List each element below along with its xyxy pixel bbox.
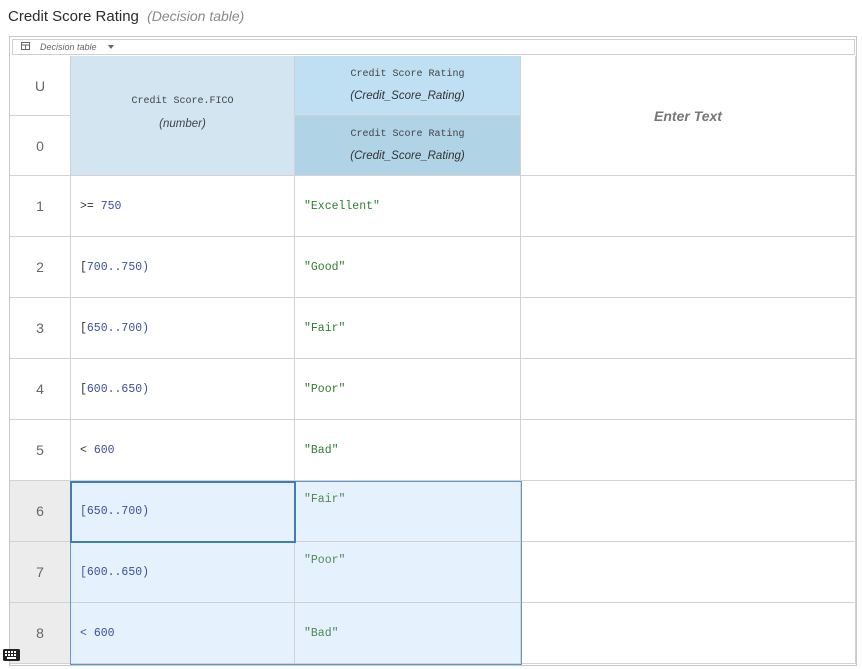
row-number-cell[interactable]: 4 <box>10 359 71 420</box>
input-entry-value: 700..750) <box>86 261 150 274</box>
input-entry-operator: [ <box>80 322 87 335</box>
input-entry-value: 600 <box>93 444 115 457</box>
decision-table-toolbar[interactable]: Decision table <box>12 39 855 55</box>
output-entry-cell[interactable]: "Fair" <box>295 481 521 542</box>
input-entry-cell[interactable]: < 600 <box>71 603 295 664</box>
input-entry-operator: >= <box>80 200 101 213</box>
output-subcolumn-type: (Credit_Score_Rating) <box>350 150 465 162</box>
input-entry-operator: [ <box>80 505 87 518</box>
row-number-cell[interactable]: 1 <box>10 176 71 237</box>
output-entry-cell[interactable]: "Poor" <box>295 359 521 420</box>
hit-policy-cell[interactable]: U <box>10 56 71 116</box>
output-column-name: Credit Score Rating <box>350 69 465 80</box>
input-column-type: (number) <box>159 118 206 130</box>
page-title-text: Credit Score Rating <box>8 8 139 25</box>
annotation-cell[interactable] <box>521 481 856 542</box>
input-entry-value: 650..700) <box>86 505 150 518</box>
input-entry-operator: < <box>80 444 94 457</box>
input-entry-operator: [ <box>80 383 87 396</box>
output-entry-cell[interactable]: "Bad" <box>295 603 521 664</box>
output-subcolumn-header[interactable]: Credit Score Rating (Credit_Score_Rating… <box>295 116 521 176</box>
input-entry-value: 750 <box>100 200 122 213</box>
output-subcolumn-name: Credit Score Rating <box>350 129 465 140</box>
input-entry-value: 650..700) <box>86 322 150 335</box>
header-row-number: 0 <box>10 116 71 176</box>
row-number-cell[interactable]: 5 <box>10 420 71 481</box>
row-number-cell[interactable]: 6 <box>10 481 71 542</box>
input-entry-cell[interactable]: < 600 <box>71 420 295 481</box>
input-column-header[interactable]: Credit Score.FICO (number) <box>71 56 295 176</box>
annotation-cell[interactable] <box>521 542 856 603</box>
input-entry-cell[interactable]: [650..700) <box>71 481 295 542</box>
row-number-cell[interactable]: 7 <box>10 542 71 603</box>
input-entry-cell[interactable]: [700..750) <box>71 237 295 298</box>
decision-table: Decision table U 0 Credit Score.FICO (nu… <box>9 36 857 666</box>
output-entry-cell[interactable]: "Excellent" <box>295 176 521 237</box>
output-column-type: (Credit_Score_Rating) <box>350 90 465 102</box>
input-entry-cell[interactable]: [650..700) <box>71 298 295 359</box>
page-subtitle: (Decision table) <box>147 8 245 24</box>
annotation-cell[interactable] <box>521 237 856 298</box>
table-grid-icon <box>21 42 30 50</box>
output-entry-cell[interactable]: "Poor" <box>295 542 521 603</box>
input-entry-cell[interactable]: [600..650) <box>71 359 295 420</box>
output-entry-cell[interactable]: "Bad" <box>295 420 521 481</box>
decision-table-type-label[interactable]: Decision table <box>40 40 97 54</box>
input-entry-value: 600..650) <box>86 383 150 396</box>
chevron-down-icon[interactable] <box>108 45 114 49</box>
output-column-header[interactable]: Credit Score Rating (Credit_Score_Rating… <box>295 56 521 116</box>
annotation-column-header[interactable]: Enter Text <box>521 56 856 176</box>
row-number-cell[interactable]: 2 <box>10 237 71 298</box>
page-title: Credit Score Rating (Decision table) <box>8 8 244 28</box>
input-entry-value: 600..650) <box>86 566 150 579</box>
input-entry-operator: < <box>80 627 94 640</box>
annotation-cell[interactable] <box>521 176 856 237</box>
input-column-name: Credit Score.FICO <box>131 96 234 107</box>
input-entry-value: 600 <box>93 627 115 640</box>
annotation-cell[interactable] <box>521 420 856 481</box>
input-entry-operator: [ <box>80 566 87 579</box>
input-entry-cell[interactable]: [600..650) <box>71 542 295 603</box>
row-number-cell[interactable]: 3 <box>10 298 71 359</box>
input-entry-operator: [ <box>80 261 87 274</box>
output-entry-cell[interactable]: "Fair" <box>295 298 521 359</box>
input-entry-cell[interactable]: >= 750 <box>71 176 295 237</box>
annotation-cell[interactable] <box>521 603 856 664</box>
annotation-cell[interactable] <box>521 298 856 359</box>
keyboard-icon[interactable] <box>3 649 20 661</box>
output-entry-cell[interactable]: "Good" <box>295 237 521 298</box>
annotation-cell[interactable] <box>521 359 856 420</box>
